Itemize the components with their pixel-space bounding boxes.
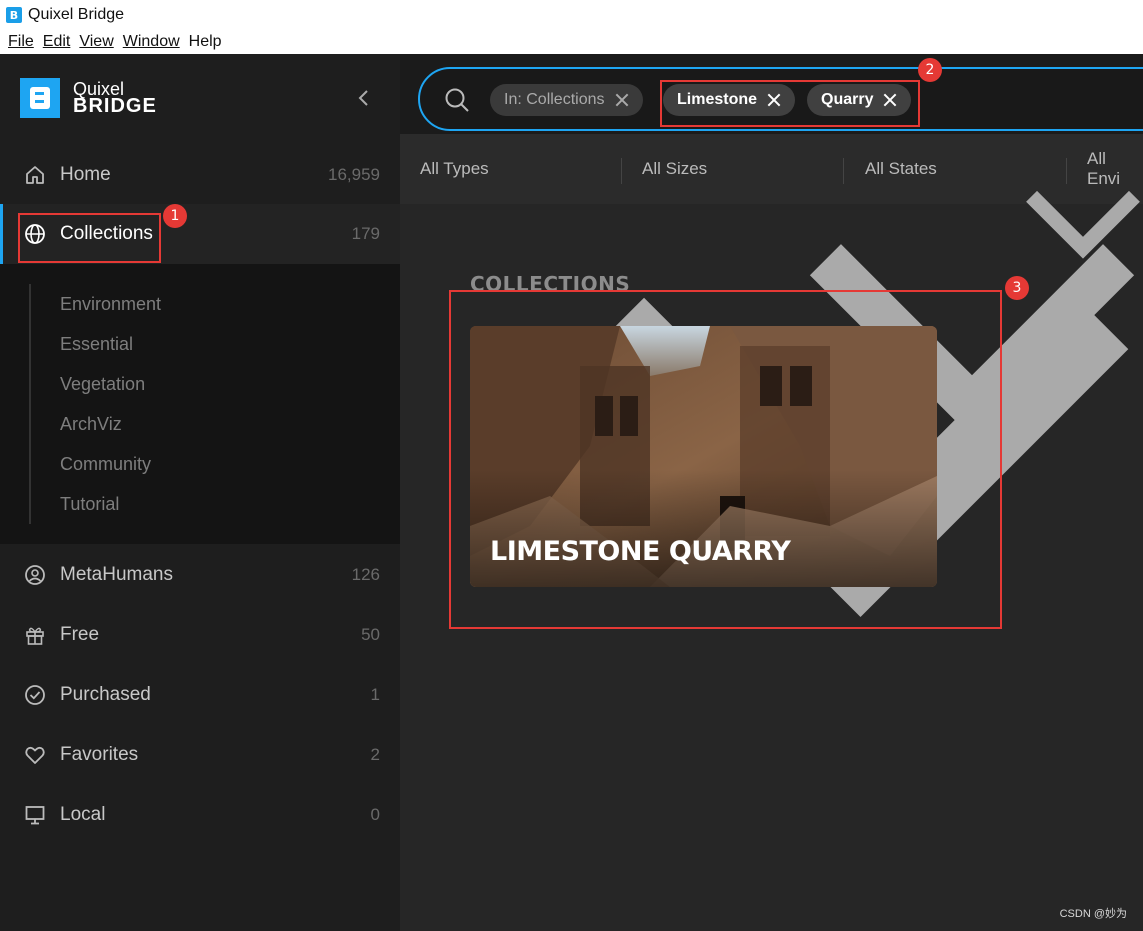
gift-icon bbox=[26, 627, 44, 645]
menu-edit[interactable]: Edit bbox=[43, 33, 71, 51]
sidebar-item-label: Local bbox=[60, 804, 106, 825]
chip-label: In: Collections bbox=[504, 91, 605, 108]
app-icon: B bbox=[6, 7, 22, 23]
watermark: CSDN @妙为 bbox=[1059, 908, 1127, 920]
sidebar-item-free[interactable]: Free 50 bbox=[0, 605, 400, 665]
filter-label: All Types bbox=[420, 159, 489, 178]
sidebar-item-count: 126 bbox=[351, 565, 380, 584]
sidebar-item-count: 50 bbox=[361, 625, 380, 644]
heart-icon bbox=[25, 746, 45, 764]
sidebar-item-purchased[interactable]: Purchased 1 bbox=[0, 665, 400, 725]
sidebar-item-count: 0 bbox=[370, 805, 380, 824]
filter-bar: All Types All Sizes All States All Envi bbox=[400, 134, 1143, 617]
annotation-box-3 bbox=[449, 290, 1002, 629]
sidebar-item-label: Favorites bbox=[60, 744, 139, 765]
logo-icon bbox=[20, 78, 60, 118]
sidebar: Quixel BRIDGE Home 16,959 Collections 17… bbox=[0, 54, 400, 931]
annotation-badge-2: 2 bbox=[918, 58, 942, 82]
filter-states-dropdown[interactable]: All States bbox=[865, 134, 937, 204]
sidebar-item-metahumans[interactable]: MetaHumans 126 bbox=[0, 545, 400, 605]
home-icon bbox=[26, 166, 44, 184]
sidebar-item-count: 2 bbox=[370, 745, 380, 764]
search-icon[interactable] bbox=[444, 87, 470, 113]
filter-divider bbox=[1066, 158, 1067, 184]
window-title: Quixel Bridge bbox=[28, 6, 125, 23]
logo-text-line2: BRIDGE bbox=[73, 95, 157, 117]
subnav-item-community[interactable]: Community bbox=[60, 454, 151, 475]
filter-environments-dropdown[interactable]: All Envi bbox=[1087, 134, 1143, 204]
filter-types-dropdown[interactable]: All Types bbox=[420, 134, 489, 204]
menu-bar: File Edit View Window Help bbox=[0, 30, 1143, 54]
subnav-rail bbox=[29, 284, 31, 524]
close-icon[interactable] bbox=[615, 93, 629, 107]
sidebar-item-count: 1 bbox=[370, 685, 380, 704]
monitor-icon bbox=[25, 806, 45, 825]
sidebar-item-label: Home bbox=[60, 164, 111, 185]
annotation-badge-3: 3 bbox=[1005, 276, 1029, 300]
subnav-item-archviz[interactable]: ArchViz bbox=[60, 414, 122, 435]
menu-help[interactable]: Help bbox=[189, 33, 222, 51]
sidebar-item-count: 179 bbox=[351, 224, 380, 243]
filter-sizes-dropdown[interactable]: All Sizes bbox=[642, 134, 707, 204]
quixel-bridge-logo[interactable]: Quixel BRIDGE bbox=[20, 78, 157, 118]
title-bar: B Quixel Bridge bbox=[0, 0, 1143, 30]
filter-label: All Envi bbox=[1087, 149, 1121, 188]
annotation-box-2 bbox=[660, 80, 920, 127]
subnav-item-essential[interactable]: Essential bbox=[60, 334, 133, 355]
sidebar-item-home[interactable]: Home 16,959 bbox=[0, 145, 400, 205]
menu-window[interactable]: Window bbox=[123, 33, 180, 51]
sidebar-item-label: Free bbox=[60, 624, 100, 645]
annotation-box-1 bbox=[18, 213, 161, 263]
annotation-badge-1: 1 bbox=[163, 204, 187, 228]
filter-divider bbox=[843, 158, 844, 184]
subnav-item-tutorial[interactable]: Tutorial bbox=[60, 494, 119, 515]
subnav-item-environment[interactable]: Environment bbox=[60, 294, 161, 315]
sidebar-item-favorites[interactable]: Favorites 2 bbox=[0, 725, 400, 785]
search-chip-in-collections[interactable]: In: Collections bbox=[490, 84, 643, 116]
filter-label: All States bbox=[865, 159, 937, 178]
menu-file[interactable]: File bbox=[8, 33, 34, 51]
sidebar-item-label: Purchased bbox=[60, 684, 151, 705]
sidebar-item-local[interactable]: Local 0 bbox=[0, 785, 400, 845]
check-circle-icon bbox=[25, 685, 45, 705]
sidebar-item-count: 16,959 bbox=[328, 165, 380, 184]
filter-label: All Sizes bbox=[642, 159, 708, 178]
filter-divider bbox=[621, 158, 622, 184]
user-circle-icon bbox=[25, 565, 45, 585]
collapse-sidebar-icon[interactable] bbox=[354, 88, 374, 108]
collections-subnav: Environment Essential Vegetation ArchViz… bbox=[0, 264, 400, 544]
sidebar-item-label: MetaHumans bbox=[60, 564, 173, 585]
subnav-item-vegetation[interactable]: Vegetation bbox=[60, 374, 145, 395]
menu-view[interactable]: View bbox=[79, 33, 113, 51]
